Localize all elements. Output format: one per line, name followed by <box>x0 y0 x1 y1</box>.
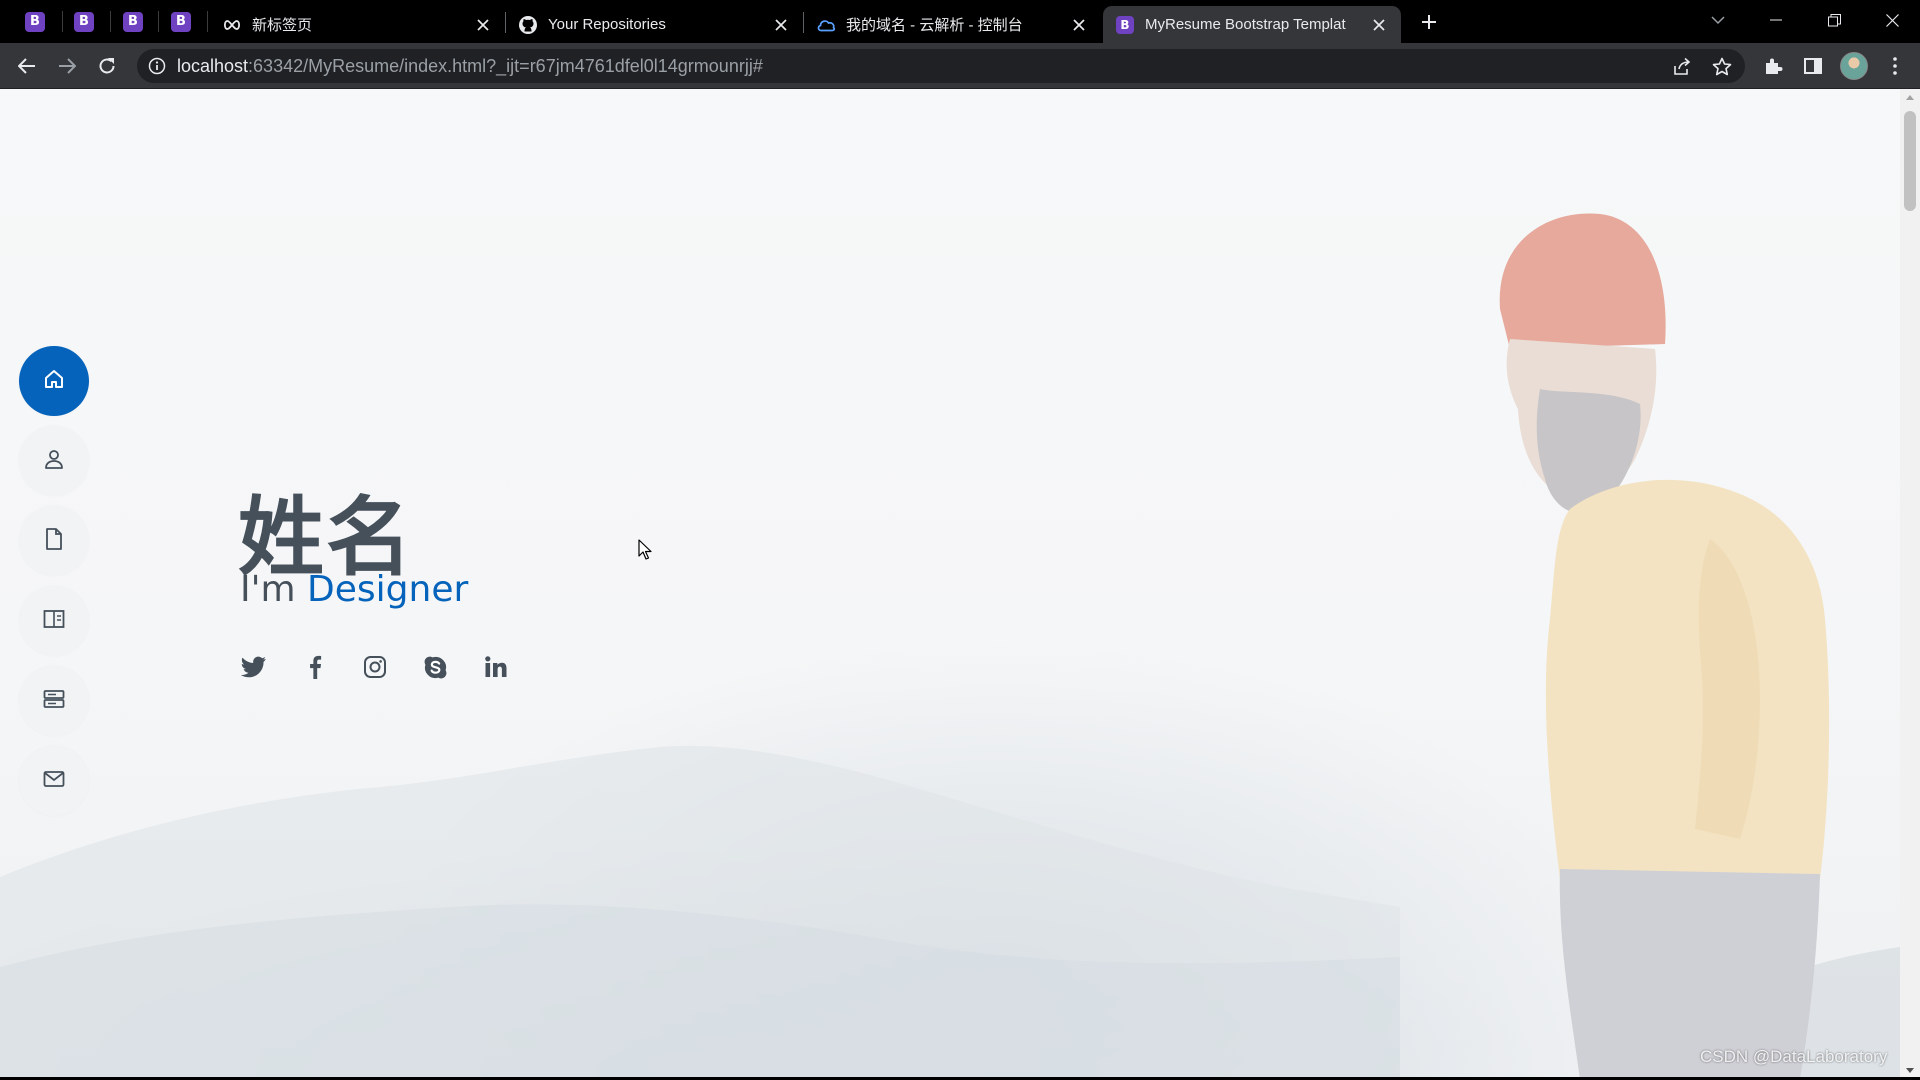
hero-role: Designer <box>307 569 469 610</box>
star-icon[interactable] <box>1711 56 1733 78</box>
scroll-down-arrow[interactable] <box>1906 1068 1914 1073</box>
tab-domain-console[interactable]: 我的域名 - 云解析 - 控制台 <box>804 6 1101 43</box>
tab-title: MyResume Bootstrap Templat <box>1145 16 1346 33</box>
skype-link[interactable] <box>420 654 450 684</box>
hero-prefix: I'm <box>240 569 308 610</box>
twitter-link[interactable] <box>239 654 269 684</box>
pinned-tab[interactable]: B <box>61 6 107 37</box>
close-icon[interactable] <box>1369 15 1389 35</box>
bootstrap-icon: B <box>25 11 45 32</box>
nav-home-button[interactable] <box>19 346 89 416</box>
address-bar[interactable]: localhost:63342/MyResume/index.html?_ijt… <box>137 49 1745 83</box>
envelope-icon <box>43 770 65 792</box>
skype-icon <box>423 655 448 684</box>
file-icon <box>44 528 64 554</box>
info-icon[interactable] <box>147 56 167 76</box>
tab-title: 新标签页 <box>252 17 313 34</box>
nav-about-button[interactable] <box>19 426 89 496</box>
bootstrap-icon: B <box>74 11 94 32</box>
github-icon <box>518 15 538 35</box>
cloud-icon <box>816 15 836 35</box>
tab-your-repositories[interactable]: Your Repositories <box>506 6 803 43</box>
nav-services-button[interactable] <box>19 666 89 736</box>
instagram-icon <box>363 655 387 683</box>
bootstrap-icon: B <box>1115 15 1135 35</box>
minimize-button[interactable] <box>1748 0 1804 40</box>
background-person <box>1499 213 1830 1077</box>
url-text: localhost:63342/MyResume/index.html?_ijt… <box>177 56 763 76</box>
nav-contact-button[interactable] <box>19 746 89 816</box>
tab-search-button[interactable] <box>1690 0 1746 40</box>
side-panel-icon[interactable] <box>1798 51 1828 81</box>
scroll-up-arrow[interactable] <box>1906 95 1914 100</box>
tab-separator <box>207 11 208 32</box>
bootstrap-icon: B <box>123 11 143 32</box>
linkedin-link[interactable] <box>481 654 511 684</box>
mouse-cursor <box>638 539 652 560</box>
close-window-button[interactable] <box>1864 0 1920 40</box>
profile-avatar[interactable] <box>1840 52 1868 80</box>
close-icon[interactable] <box>771 15 791 35</box>
pinned-tab[interactable]: B <box>110 6 156 37</box>
facebook-link[interactable] <box>300 654 330 684</box>
forward-button[interactable] <box>52 51 82 81</box>
restore-button[interactable] <box>1806 0 1862 40</box>
reload-button[interactable] <box>92 51 122 81</box>
back-button[interactable] <box>12 51 42 81</box>
home-icon <box>43 368 65 394</box>
tab-title: Your Repositories <box>548 16 666 33</box>
tab-title: 我的域名 - 云解析 - 控制台 <box>846 17 1023 34</box>
facebook-icon <box>308 655 322 683</box>
page-scrollbar[interactable] <box>1900 89 1920 1077</box>
nav-resume-button[interactable] <box>19 506 89 576</box>
twitter-icon <box>240 656 267 682</box>
hero-subtitle: I'm Designer <box>240 569 468 610</box>
instagram-link[interactable] <box>360 654 390 684</box>
tab-strip: B B B B 新标签页 Your Repositories 我的域名 - 云解… <box>0 0 1920 43</box>
scrollbar-thumb[interactable] <box>1904 111 1916 211</box>
menu-icon[interactable] <box>1880 51 1910 81</box>
extensions-icon[interactable] <box>1758 51 1788 81</box>
nav-portfolio-button[interactable] <box>19 586 89 656</box>
infinity-icon <box>222 15 242 35</box>
browser-toolbar: localhost:63342/MyResume/index.html?_ijt… <box>0 43 1920 89</box>
new-tab-button[interactable] <box>1416 9 1442 35</box>
close-icon[interactable] <box>473 15 493 35</box>
pinned-tab[interactable]: B <box>12 6 58 37</box>
linkedin-icon <box>484 655 508 683</box>
tab-myresume[interactable]: B MyResume Bootstrap Templat <box>1103 6 1401 43</box>
tab-new-tab[interactable]: 新标签页 <box>210 6 505 43</box>
watermark: CSDN @DataLaboratory <box>1700 1047 1888 1066</box>
share-icon[interactable] <box>1671 56 1693 78</box>
page-viewport: 姓名 I'm Designer <box>0 89 1900 1077</box>
server-icon <box>43 689 65 713</box>
close-icon[interactable] <box>1069 15 1089 35</box>
bootstrap-icon: B <box>171 11 191 32</box>
pinned-tab[interactable]: B <box>158 6 204 37</box>
person-icon <box>43 448 65 474</box>
book-icon <box>43 609 65 633</box>
